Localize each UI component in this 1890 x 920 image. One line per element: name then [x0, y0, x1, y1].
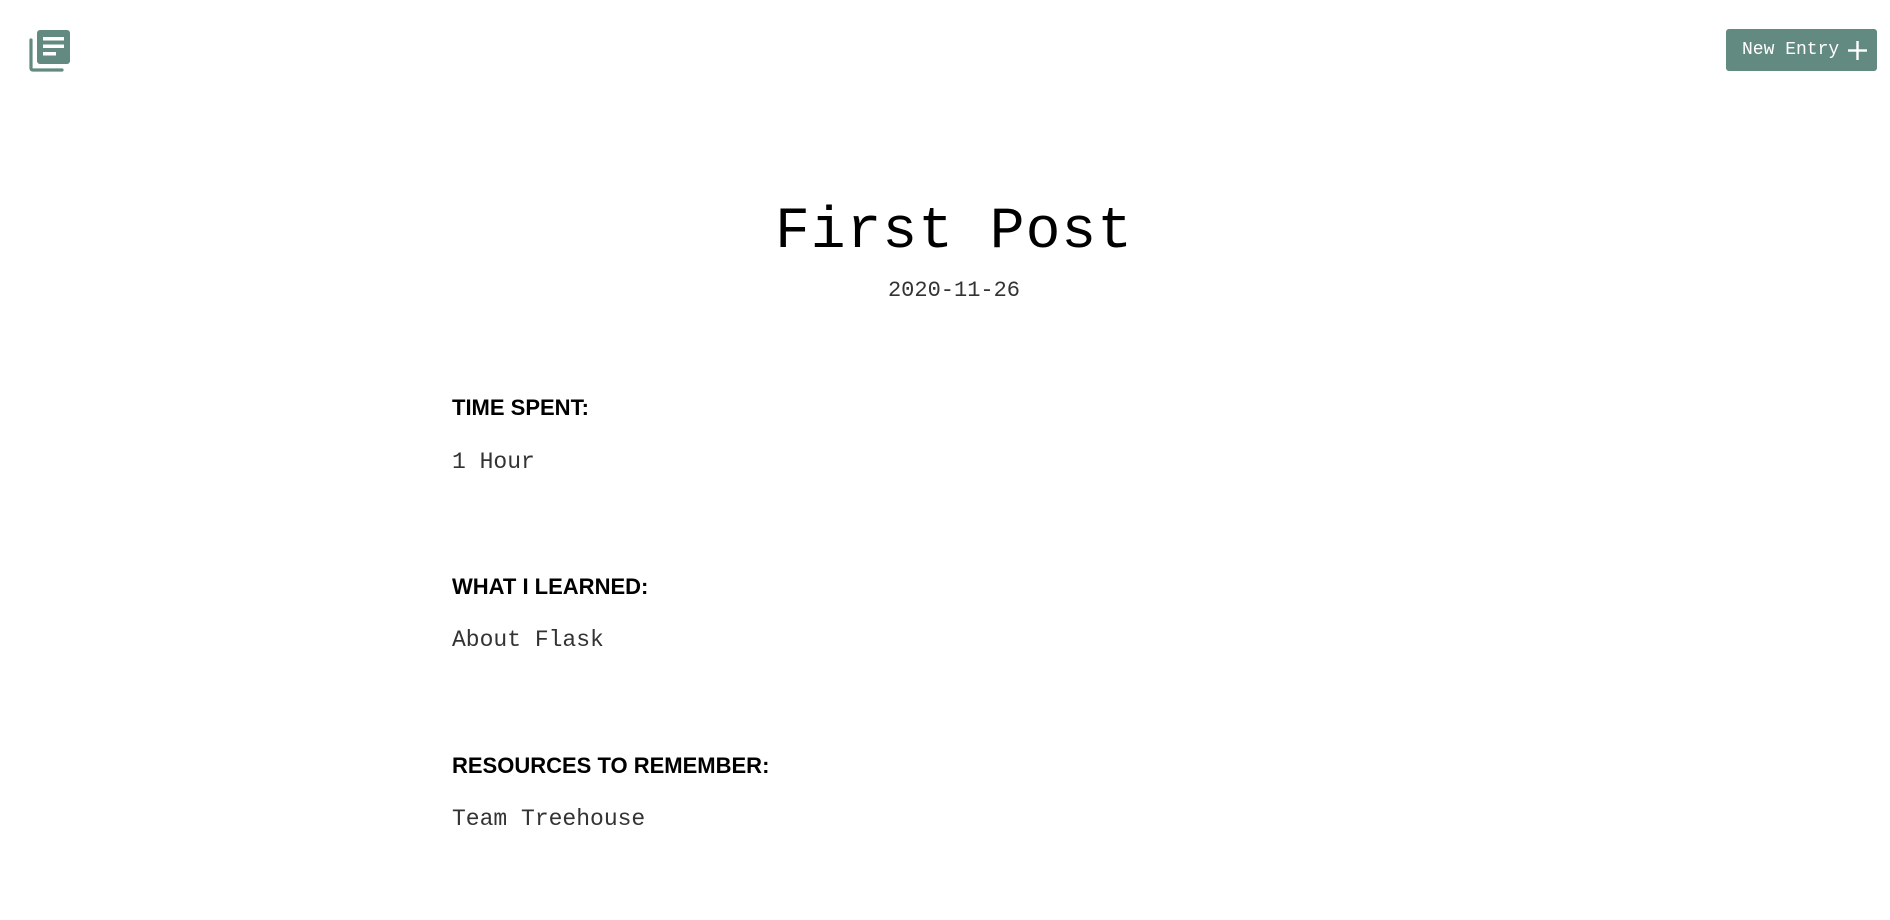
resources-value: Team Treehouse — [452, 806, 646, 832]
resources-label: RESOURCES TO REMEMBER: — [452, 753, 770, 778]
site-header: New Entry — [0, 0, 1890, 100]
new-entry-button[interactable]: New Entry — [1726, 29, 1877, 71]
journal-list-icon[interactable] — [28, 28, 72, 72]
what-i-learned-label: WHAT I LEARNED: — [452, 574, 649, 599]
new-entry-label: New Entry — [1742, 40, 1840, 60]
entry-date: 2020-11-26 — [887, 278, 1021, 303]
time-spent-label: TIME SPENT: — [452, 395, 589, 420]
plus-icon — [1848, 40, 1868, 60]
entry-title: First Post — [774, 200, 1134, 265]
what-i-learned-value: About Flask — [452, 627, 604, 653]
time-spent-value: 1 Hour — [452, 449, 535, 475]
